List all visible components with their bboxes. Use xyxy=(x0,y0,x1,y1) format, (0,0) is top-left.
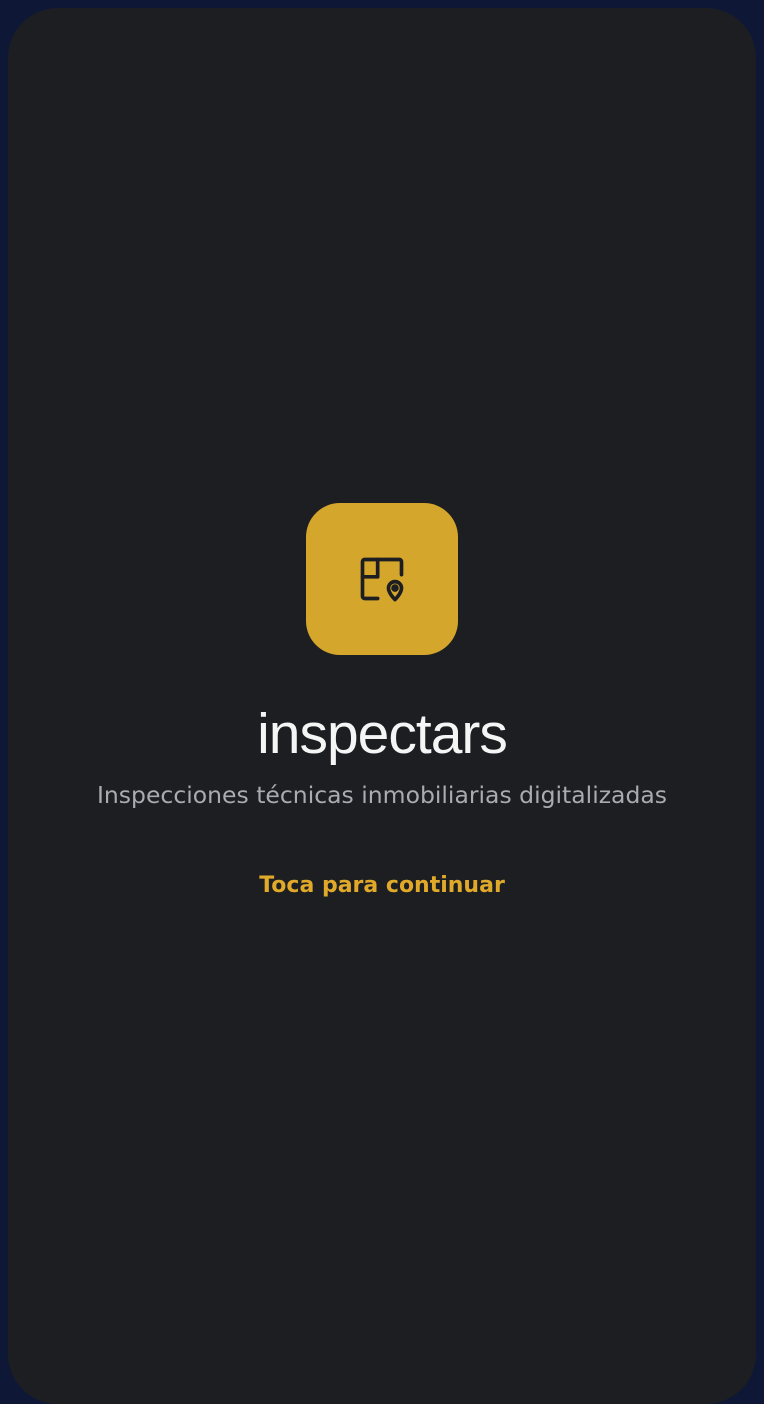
floor-plan-location-pin-icon xyxy=(360,557,404,602)
app-title: inspectars xyxy=(257,702,508,766)
device-frame: inspectars Inspecciones técnicas inmobil… xyxy=(0,0,764,1404)
app-logo xyxy=(306,503,458,655)
splash-screen[interactable]: inspectars Inspecciones técnicas inmobil… xyxy=(8,8,756,1404)
app-tagline: Inspecciones técnicas inmobiliarias digi… xyxy=(96,781,668,809)
continue-prompt[interactable]: Toca para continuar xyxy=(8,871,756,901)
